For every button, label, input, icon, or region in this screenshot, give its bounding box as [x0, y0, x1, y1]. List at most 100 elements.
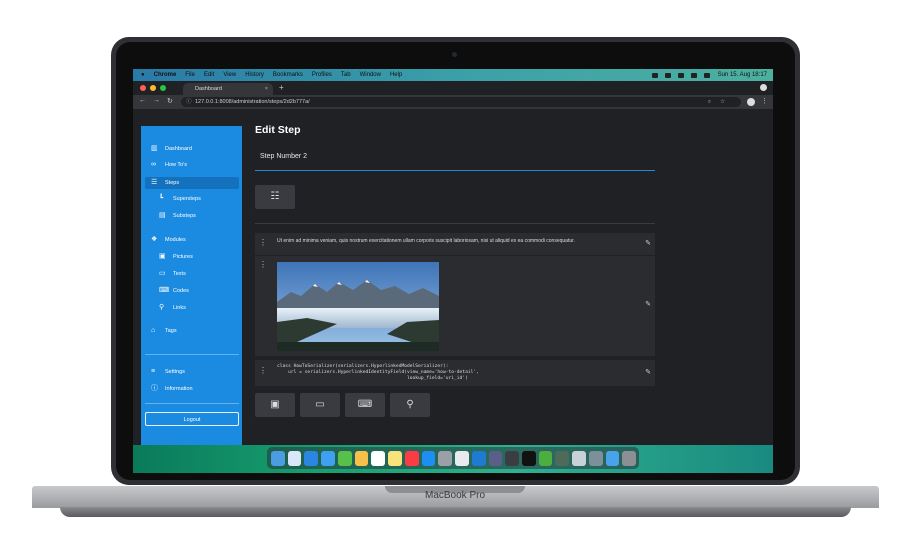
bluetooth-icon[interactable]	[651, 72, 658, 78]
menu-help[interactable]: Help	[390, 72, 402, 78]
profile-avatar[interactable]	[747, 98, 755, 106]
menu-profiles[interactable]: Profiles	[312, 72, 332, 78]
app-store-icon[interactable]	[421, 450, 436, 466]
drag-handle-icon[interactable]: ⋮	[259, 260, 267, 269]
sidebar-item-label: How To's	[165, 162, 188, 168]
notes-icon[interactable]	[388, 450, 402, 466]
search-icon[interactable]	[690, 72, 697, 78]
tab-search-icon[interactable]	[760, 84, 767, 91]
sidebar-item-links[interactable]: ⚲ Links	[141, 302, 242, 314]
preview-icon[interactable]	[572, 450, 586, 466]
pycharm-icon[interactable]	[488, 450, 503, 466]
new-tab-button[interactable]: +	[279, 83, 284, 92]
edit-pencil-icon[interactable]: ✎	[645, 368, 651, 376]
control-center-icon[interactable]	[703, 72, 710, 78]
chrome-icon[interactable]	[455, 450, 469, 466]
menu-app-name[interactable]: Chrome	[154, 72, 177, 78]
sidebar-item-label: Links	[173, 305, 186, 311]
messages-icon[interactable]	[337, 450, 352, 466]
close-window-button[interactable]	[140, 85, 146, 91]
dock	[267, 447, 639, 469]
add-text-button[interactable]: ▭	[300, 393, 340, 417]
folder-icon[interactable]	[605, 450, 620, 466]
add-link-button[interactable]: ⚲	[390, 393, 430, 417]
sidebar-item-texts[interactable]: ▭ Texts	[141, 268, 242, 280]
add-picture-button[interactable]: ▣	[255, 393, 295, 417]
utility-icon[interactable]	[588, 450, 603, 466]
sidebar-item-howtos[interactable]: ∞ How To's	[141, 159, 242, 171]
more-menu-icon[interactable]: ⋮	[761, 97, 768, 105]
safari-icon[interactable]	[304, 450, 319, 466]
status-area: Sun 15. Aug 18:17	[645, 69, 767, 81]
page-title: Edit Step	[255, 124, 301, 136]
mail-icon[interactable]	[321, 450, 335, 466]
drag-handle-icon[interactable]: ⋮	[259, 238, 267, 247]
sidebar-item-substeps[interactable]: ▤ Substeps	[141, 210, 242, 222]
tag-icon: ⌂	[151, 327, 156, 334]
zoom-window-button[interactable]	[160, 85, 166, 91]
add-code-button[interactable]: ⌨	[345, 393, 385, 417]
sidebar-item-information[interactable]: ⓘ Information	[141, 383, 242, 395]
menu-file[interactable]: File	[185, 72, 195, 78]
info-icon: ⓘ	[151, 385, 158, 392]
calendar-icon[interactable]	[371, 450, 386, 466]
menu-edit[interactable]: Edit	[204, 72, 214, 78]
picture-module-card: ⋮ ✎	[255, 256, 655, 356]
menu-window[interactable]: Window	[360, 72, 381, 78]
logout-button[interactable]: Logout	[145, 412, 239, 426]
sidebar-item-steps[interactable]: ☰ Steps	[145, 177, 239, 189]
glasses-icon: ∞	[151, 161, 156, 168]
menu-history[interactable]: History	[245, 72, 264, 78]
sidebar-item-tags[interactable]: ⌂ Tags	[141, 325, 242, 337]
step-name-input[interactable]: Step Number 2	[255, 147, 655, 171]
music-icon[interactable]	[404, 450, 419, 466]
link-icon: ⚲	[159, 304, 165, 311]
apple-icon[interactable]: ●	[141, 72, 145, 78]
wifi-icon[interactable]	[677, 72, 684, 78]
sidebar-item-dashboard[interactable]: ▥ Dashboard	[141, 143, 242, 155]
finder-icon[interactable]	[271, 450, 285, 466]
code-module-content: class HowToSerializer(serializers.Hyperl…	[277, 364, 479, 381]
menu-bookmarks[interactable]: Bookmarks	[273, 72, 303, 78]
vscode-icon[interactable]	[471, 450, 486, 466]
zoom-icon[interactable]: ⌕	[708, 97, 711, 107]
drag-handle-icon[interactable]: ⋮	[259, 366, 267, 375]
menu-view[interactable]: View	[223, 72, 236, 78]
terminal-icon[interactable]	[522, 450, 536, 466]
menu-clock[interactable]: Sun 15. Aug 18:17	[718, 72, 767, 78]
reload-icon[interactable]: ↻	[167, 97, 173, 105]
sidebar-item-supersteps[interactable]: ┗ Supersteps	[141, 193, 242, 205]
launchpad-icon[interactable]	[287, 450, 302, 466]
menu-tab[interactable]: Tab	[341, 72, 351, 78]
url-text: 127.0.0.1:8008/administration/steps/2d2b…	[195, 99, 310, 105]
edit-pencil-icon[interactable]: ✎	[645, 239, 651, 247]
system-preferences-icon[interactable]	[438, 450, 453, 466]
github-icon[interactable]	[505, 450, 520, 466]
add-substep-button[interactable]: ☷	[255, 185, 295, 209]
browser-tab[interactable]: Dashboard ×	[183, 83, 273, 95]
sidebar-item-label: Supersteps	[173, 196, 201, 202]
sidebar-item-codes[interactable]: ⌨ Codes	[141, 285, 242, 297]
bookmark-star-icon[interactable]: ☆	[720, 97, 725, 107]
forward-arrow-icon[interactable]: →	[153, 97, 160, 104]
trash-icon[interactable]	[622, 450, 637, 466]
settings-icon: ≡	[151, 368, 156, 375]
sidebar-item-label: Steps	[165, 180, 180, 186]
sidebar: ▥ Dashboard ∞ How To's ☰ Steps ┗ Superst…	[141, 126, 242, 448]
sidebar-item-pictures[interactable]: ▣ Pictures	[141, 251, 242, 263]
activity-monitor-icon[interactable]	[555, 450, 570, 466]
picture-icon: ▣	[159, 253, 166, 260]
minimize-window-button[interactable]	[150, 85, 156, 91]
back-arrow-icon[interactable]: ←	[139, 97, 146, 104]
edit-pencil-icon[interactable]: ✎	[645, 300, 651, 308]
battery-icon[interactable]	[664, 72, 671, 78]
sidebar-item-modules[interactable]: ❖ Modules	[141, 234, 242, 246]
sidebar-item-settings[interactable]: ≡ Settings	[141, 366, 242, 378]
photos-icon[interactable]	[354, 450, 369, 466]
text-icon: ▭	[159, 270, 166, 277]
iterm-icon[interactable]	[538, 450, 553, 466]
info-icon[interactable]: ⓘ	[186, 97, 192, 107]
dashboard-icon: ▥	[151, 145, 158, 152]
address-bar[interactable]: ⓘ 127.0.0.1:8008/administration/steps/2d…	[181, 97, 741, 107]
close-icon[interactable]: ×	[265, 83, 268, 95]
